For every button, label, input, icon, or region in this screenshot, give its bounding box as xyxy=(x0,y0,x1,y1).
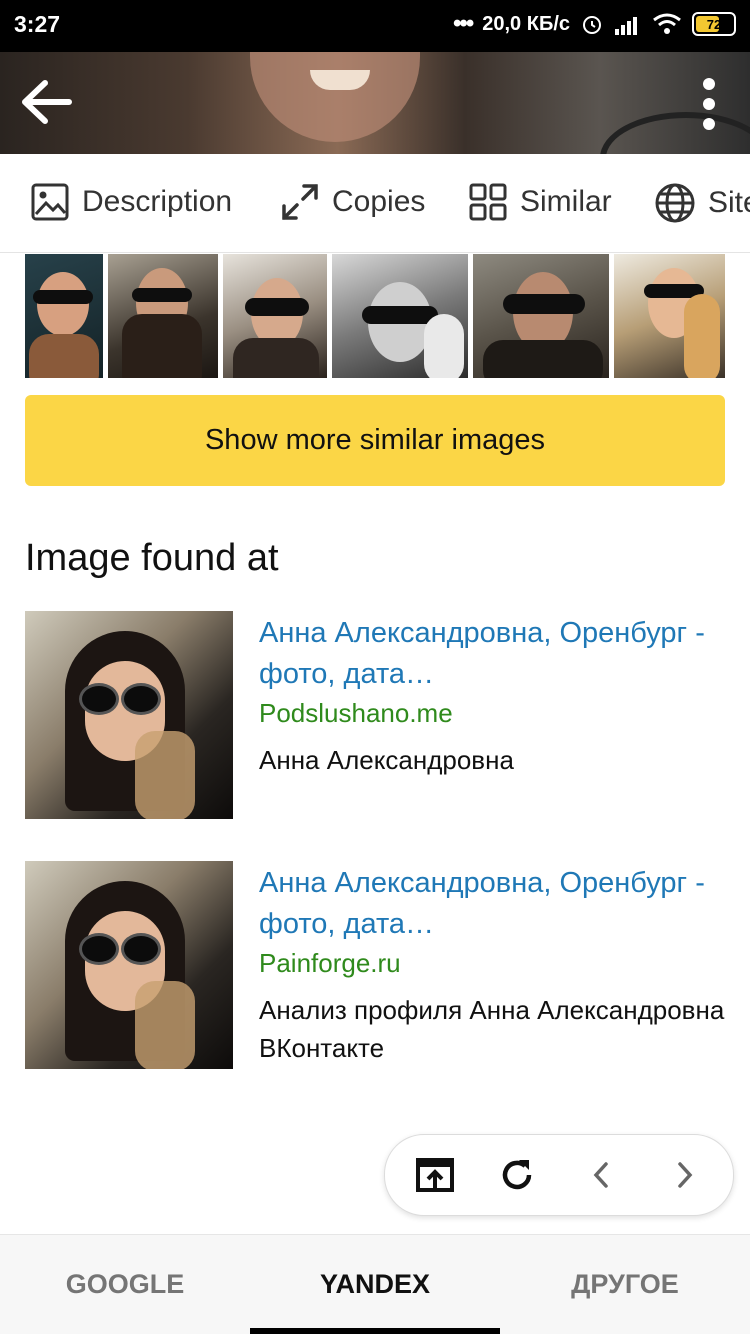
section-title: Image found at xyxy=(25,537,279,579)
tab-yandex-label: YANDEX xyxy=(319,1269,431,1299)
similar-thumbnail[interactable] xyxy=(473,254,609,378)
image-icon xyxy=(31,183,69,221)
result-thumbnail[interactable] xyxy=(25,611,233,819)
tab-similar-label: Similar xyxy=(520,185,612,218)
dots-indicator: ••• xyxy=(453,10,474,37)
battery-icon: 72 xyxy=(692,12,736,36)
refresh-button[interactable] xyxy=(493,1151,541,1199)
network-speed: 20,0 КБ/с xyxy=(482,12,570,35)
status-bar: 3:27 ••• 20,0 КБ/с 72 xyxy=(0,0,750,52)
forward-nav-button[interactable] xyxy=(661,1151,709,1199)
open-in-browser-button[interactable] xyxy=(411,1151,459,1199)
result-description: Анализ профиля Анна Александровна ВКонта… xyxy=(259,995,725,1063)
grid-icon xyxy=(469,183,507,221)
similar-thumbnail[interactable] xyxy=(332,254,468,378)
tab-google[interactable]: GOOGLE xyxy=(0,1235,250,1334)
search-engine-tabs: GOOGLE YANDEX ДРУГОЕ xyxy=(0,1234,750,1334)
show-more-similar-button[interactable]: Show more similar images xyxy=(25,395,725,486)
tab-similar[interactable]: Similar xyxy=(468,182,612,222)
hero-shape xyxy=(250,52,420,142)
hero-shape xyxy=(600,112,750,154)
result-description: Анна Александровна xyxy=(259,745,514,775)
tab-description-label: Description xyxy=(82,185,233,218)
back-nav-button[interactable] xyxy=(577,1151,625,1199)
more-options-button[interactable] xyxy=(694,74,724,134)
alarm-icon xyxy=(580,12,604,36)
chevron-right-icon xyxy=(678,1162,693,1188)
signal-icon xyxy=(614,13,642,35)
tab-sites[interactable]: Sites xyxy=(654,182,750,224)
tab-copies[interactable]: Copies xyxy=(280,182,425,222)
result-title-link[interactable]: Анна Александровна, Оренбург - фото, дат… xyxy=(259,863,729,945)
refresh-icon xyxy=(502,1160,532,1190)
result-item[interactable]: Анна Александровна, Оренбург - фото, дат… xyxy=(25,861,735,1071)
more-vertical-icon xyxy=(703,78,715,130)
result-title-link[interactable]: Анна Александровна, Оренбург - фото, дат… xyxy=(259,613,729,695)
globe-icon xyxy=(655,183,695,223)
tab-yandex[interactable]: YANDEX xyxy=(250,1235,500,1334)
similar-images-strip xyxy=(25,254,725,378)
back-button[interactable] xyxy=(16,76,76,128)
tab-google-label: GOOGLE xyxy=(65,1269,185,1299)
tab-other-label: ДРУГОЕ xyxy=(571,1269,679,1299)
clock: 3:27 xyxy=(14,11,61,37)
floating-nav xyxy=(384,1134,734,1216)
result-domain[interactable]: Podslushano.me xyxy=(259,698,453,729)
result-tabs: Description Copies Similar Sites xyxy=(0,154,750,253)
open-external-icon xyxy=(416,1158,454,1192)
tab-sites-label: Sites xyxy=(708,186,750,219)
status-icons: ••• 20,0 КБ/с 72 xyxy=(453,10,736,38)
tab-copies-label: Copies xyxy=(332,185,426,218)
arrow-left-icon xyxy=(22,80,72,124)
similar-thumbnail[interactable] xyxy=(25,254,103,378)
result-item[interactable]: Анна Александровна, Оренбург - фото, дат… xyxy=(25,611,735,821)
wifi-icon xyxy=(652,13,682,35)
similar-thumbnail[interactable] xyxy=(614,254,725,378)
active-tab-indicator xyxy=(250,1328,500,1334)
hero-image xyxy=(0,52,750,154)
similar-thumbnail[interactable] xyxy=(223,254,327,378)
tab-other[interactable]: ДРУГОЕ xyxy=(500,1235,750,1334)
similar-thumbnail[interactable] xyxy=(108,254,218,378)
battery-percent: 72 xyxy=(706,16,722,32)
chevron-left-icon xyxy=(593,1162,608,1188)
result-thumbnail[interactable] xyxy=(25,861,233,1069)
expand-arrows-icon xyxy=(282,184,318,220)
result-domain[interactable]: Painforge.ru xyxy=(259,948,401,979)
tab-description[interactable]: Description xyxy=(30,182,232,222)
